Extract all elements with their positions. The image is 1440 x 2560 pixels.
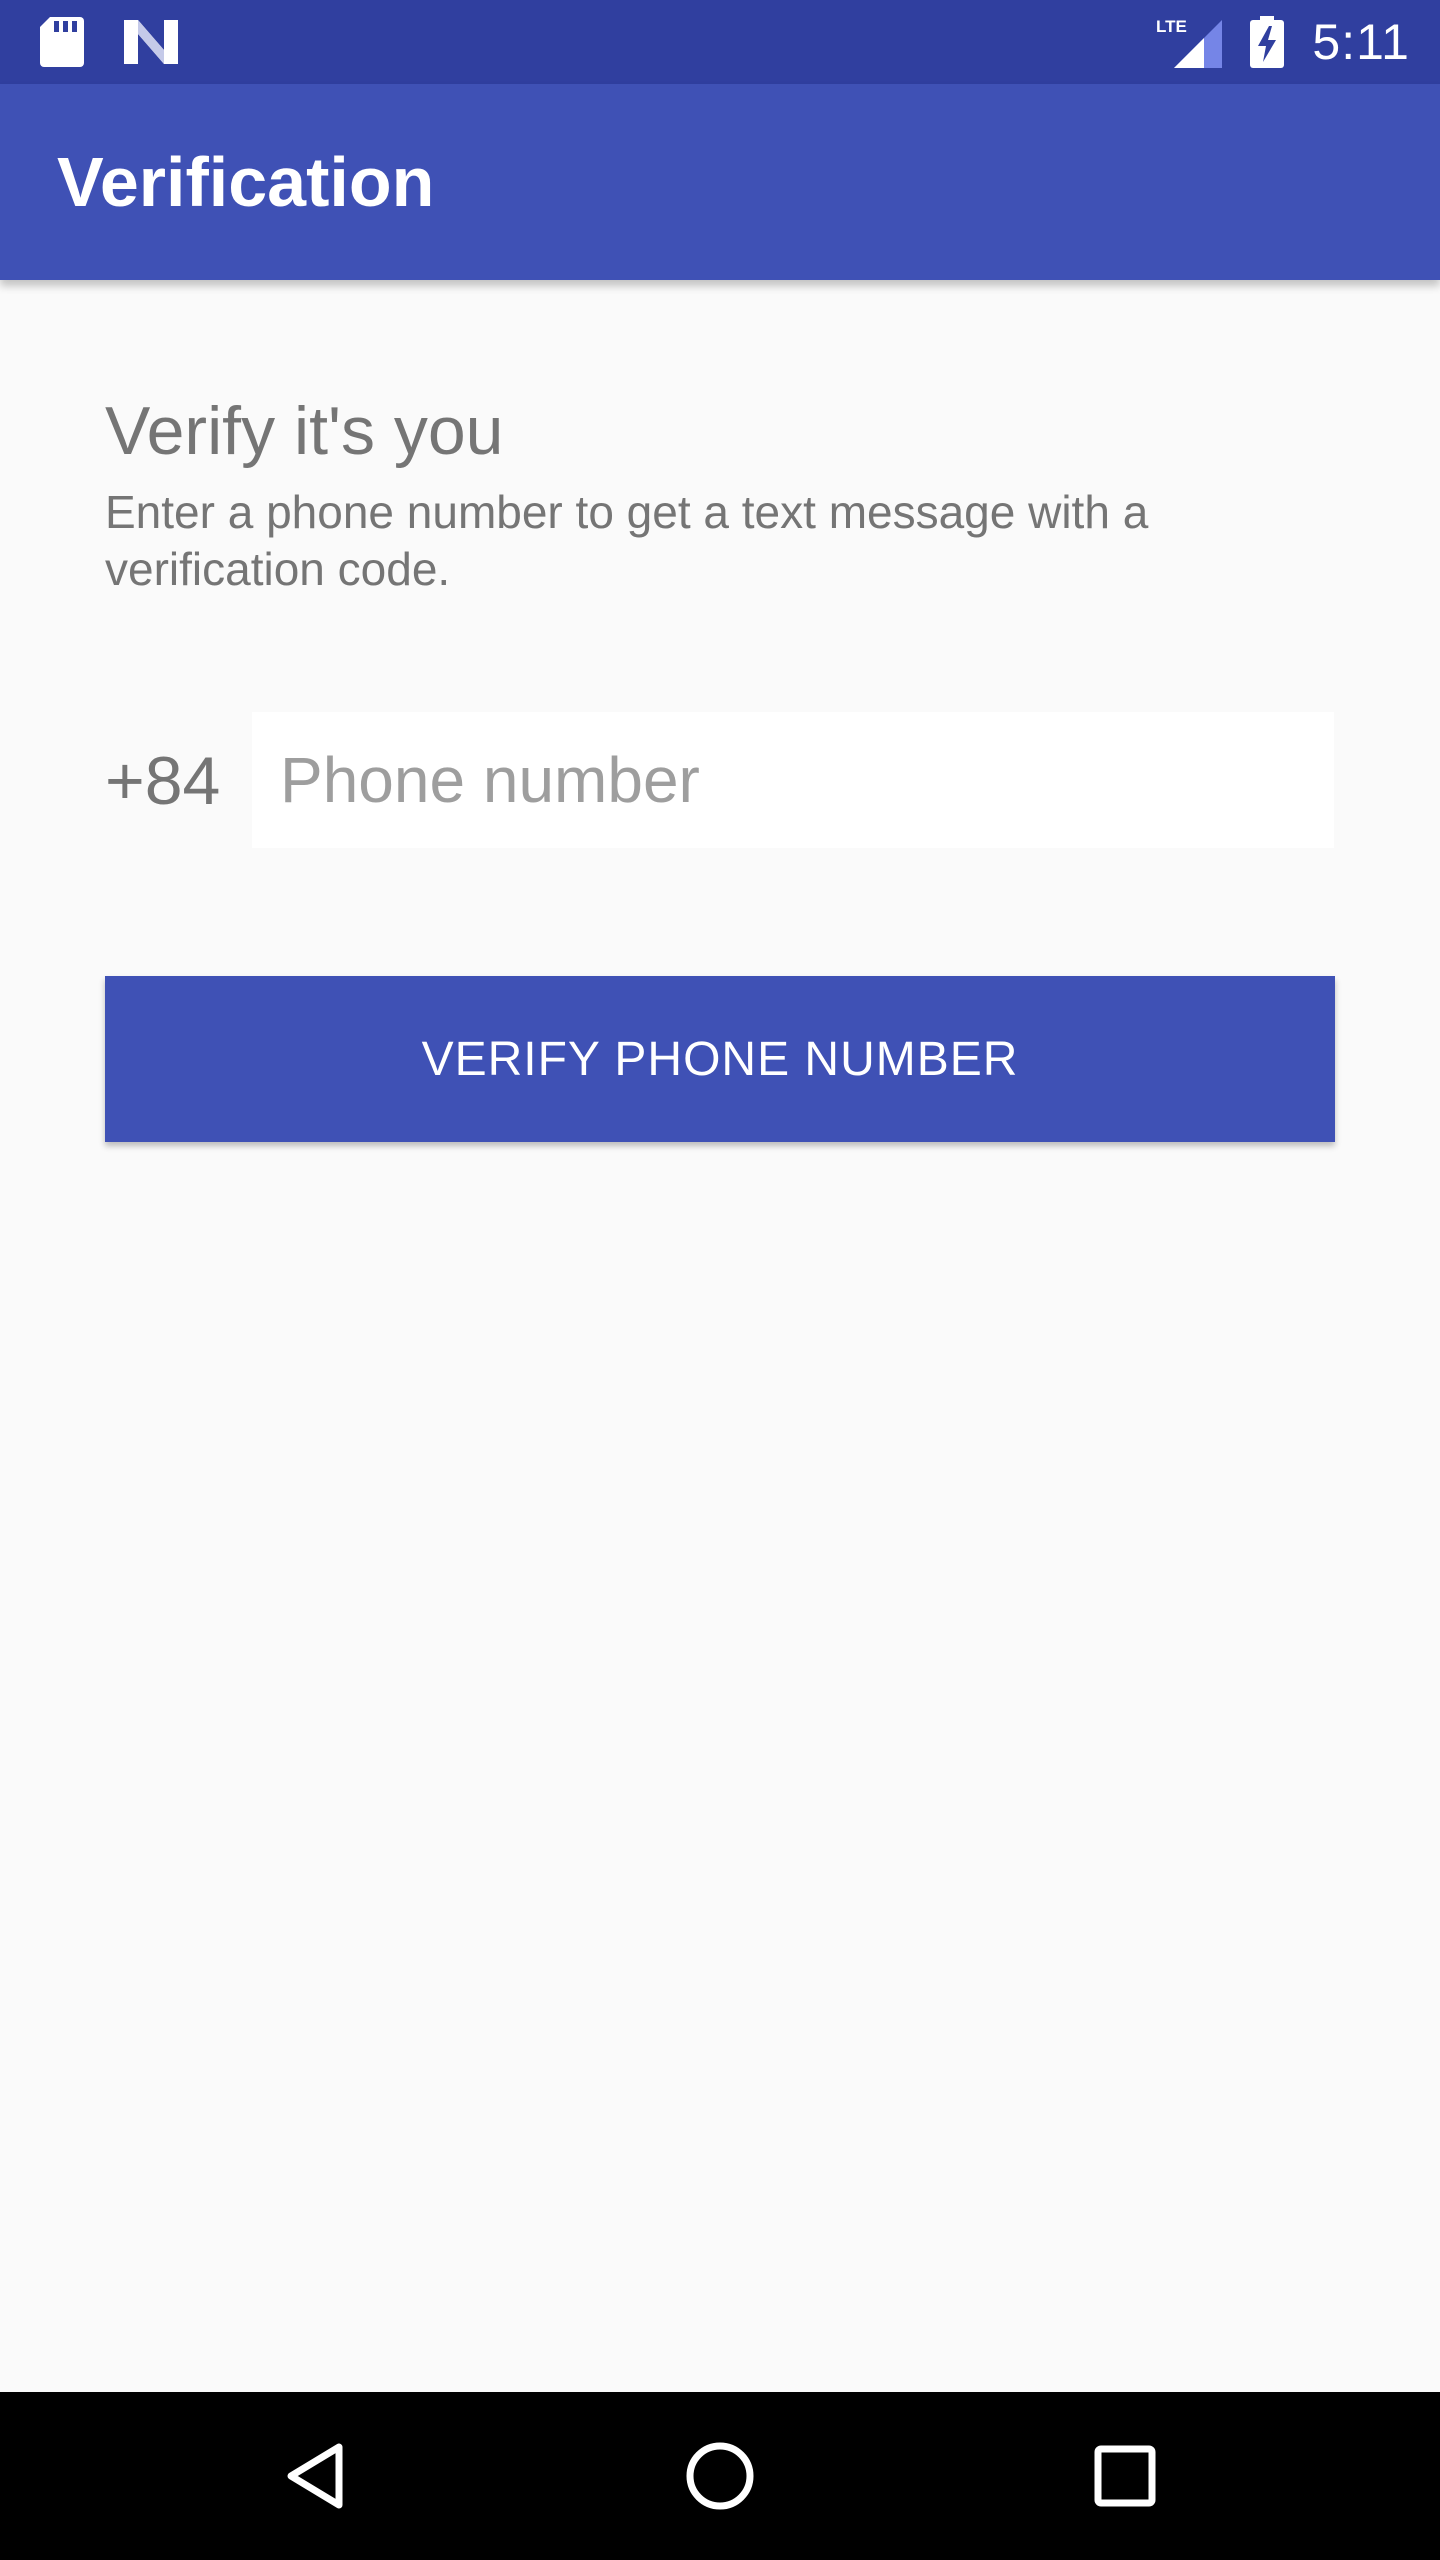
n-logo-icon — [124, 20, 178, 64]
nav-home-button[interactable] — [640, 2392, 800, 2560]
status-left-icons — [40, 16, 178, 68]
page-description: Enter a phone number to get a text messa… — [105, 486, 1149, 595]
status-time: 5:11 — [1312, 14, 1410, 70]
lte-signal-icon: LTE — [1156, 16, 1223, 68]
app-bar-title: Verification — [57, 143, 435, 221]
navigation-bar — [0, 2392, 1440, 2560]
status-right-icons: LTE 5:11 — [1156, 0, 1410, 84]
app-bar: Verification — [0, 84, 1440, 280]
recents-icon — [1093, 2444, 1157, 2508]
main-content: Verify it's you Enter a phone number to … — [0, 280, 1440, 2392]
status-bar: LTE 5:11 — [0, 0, 1440, 84]
nav-back-button[interactable] — [235, 2392, 395, 2560]
phone-number-input[interactable] — [252, 712, 1334, 848]
country-code-label: +84 — [105, 743, 221, 819]
sd-card-icon — [40, 17, 84, 67]
verify-phone-number-button[interactable]: VERIFY PHONE NUMBER — [105, 976, 1335, 1142]
nav-recents-button[interactable] — [1045, 2392, 1205, 2560]
page-heading: Verify it's you — [105, 393, 504, 469]
home-icon — [685, 2441, 755, 2511]
battery-charging-icon — [1250, 16, 1285, 68]
back-icon — [283, 2441, 347, 2511]
screen: LTE 5:11 Verification Verify it's you En… — [0, 0, 1440, 2560]
svg-text:LTE: LTE — [1156, 17, 1187, 36]
